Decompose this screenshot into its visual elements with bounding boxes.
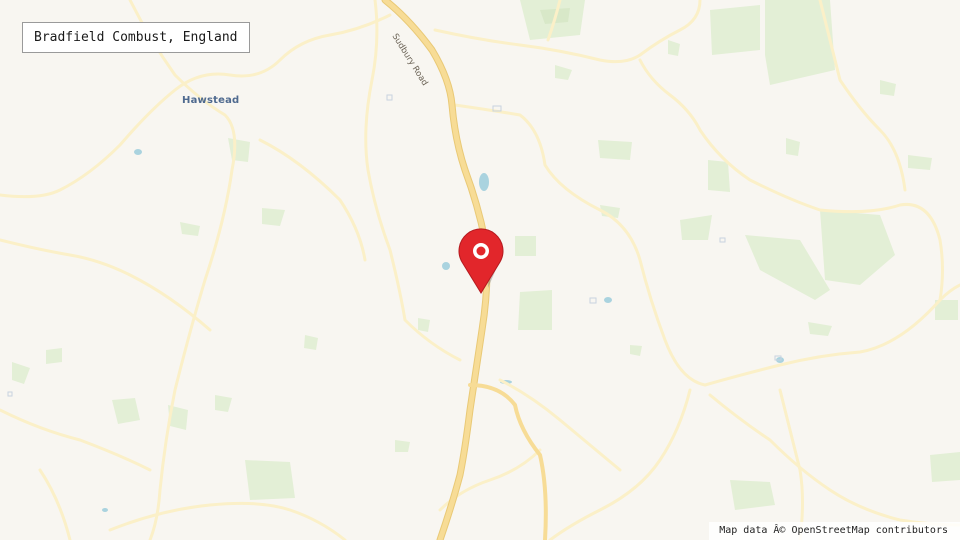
location-title: Bradfield Combust, England [34,30,238,45]
map-attribution[interactable]: Map data Â© OpenStreetMap contributors [709,522,960,540]
place-label-hawstead: Hawstead [182,95,240,106]
attribution-text: Map data Â© OpenStreetMap contributors [719,525,948,536]
pin-center [476,246,486,256]
map-canvas[interactable] [0,0,960,540]
location-title-box: Bradfield Combust, England [22,22,250,53]
